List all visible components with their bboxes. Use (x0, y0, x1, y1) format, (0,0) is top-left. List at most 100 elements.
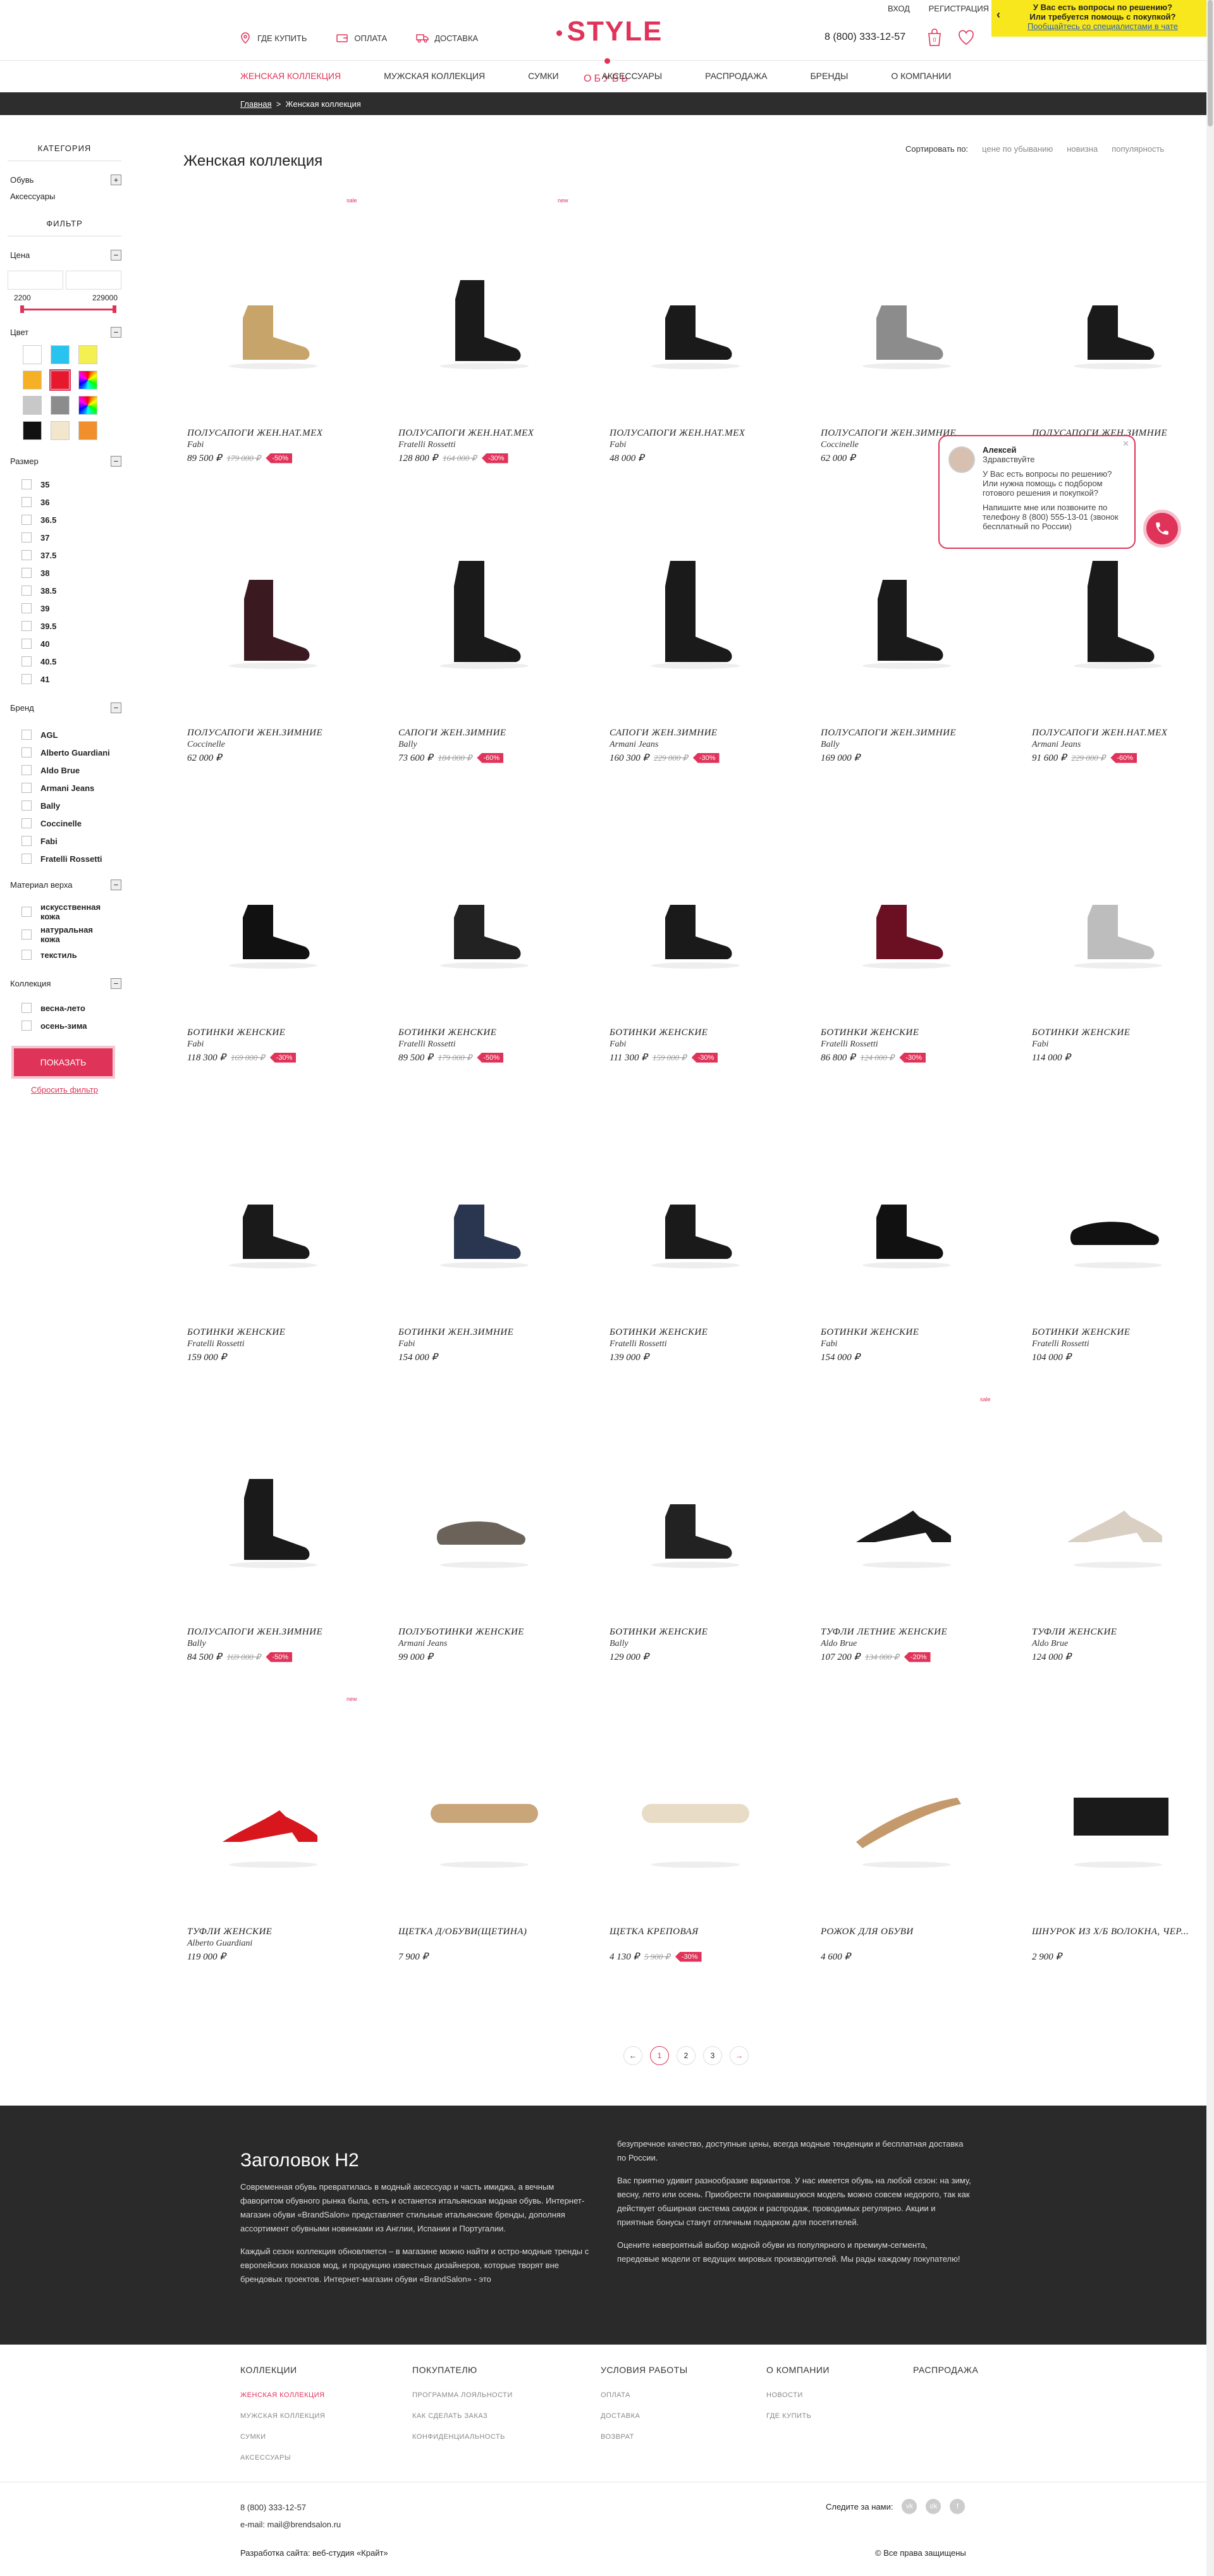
product-name[interactable]: БОТИНКИ ЖЕНСКИЕ (610, 1627, 708, 1638)
pagination-prev-arrow-icon[interactable]: ← (623, 2046, 642, 2065)
brand-option[interactable]: AGL (8, 726, 121, 744)
plus-icon[interactable]: + (111, 174, 121, 185)
where-to-buy-link[interactable]: ГДЕ КУПИТЬ (239, 32, 307, 44)
product-card[interactable]: БОТИНКИ ЖЕНСКИЕ Fabi 154 000 ₽ (806, 1097, 1017, 1397)
footer-column-title[interactable]: РАСПРОДАЖА (913, 2365, 978, 2375)
product-image[interactable] (191, 536, 355, 687)
footer-column-title[interactable]: ПОКУПАТЕЛЮ (412, 2365, 513, 2375)
collection-option[interactable]: весна-лето (8, 999, 121, 1017)
product-card[interactable]: БОТИНКИ ЖЕНСКИЕ Fratelli Rossetti 104 000 … (1017, 1097, 1214, 1397)
chevron-left-icon[interactable]: ‹ (996, 9, 1000, 20)
delivery-link[interactable]: ДОСТАВКА (416, 32, 478, 44)
product-card[interactable]: БОТИНКИ ЖЕНСКИЕ Fabi 111 300 ₽ 159 000 ₽ -30… (594, 797, 806, 1097)
collection-option[interactable]: осень-зима (8, 1017, 121, 1034)
checkbox[interactable] (21, 836, 32, 846)
color-filter-header[interactable]: Цвет − (8, 324, 121, 340)
footer-link[interactable]: ПРОГРАММА ЛОЯЛЬНОСТИ (412, 2391, 513, 2399)
developer-credit[interactable]: Разработка сайта: веб-студия «Крайт» (240, 2548, 388, 2558)
product-name[interactable]: ТУФЛИ ЖЕНСКИЕ (1032, 1627, 1117, 1638)
product-name[interactable]: РОЖОК ДЛЯ ОБУВИ (821, 1927, 914, 1937)
brand-option[interactable]: Coccinelle (8, 814, 121, 832)
product-image[interactable] (191, 1135, 355, 1287)
product-image[interactable] (1036, 1135, 1200, 1287)
payment-link[interactable]: ОПЛАТА (336, 32, 387, 44)
product-card[interactable]: БОТИНКИ ЖЕНСКИЕ Fabi 118 300 ₽ 169 000 ₽ -30… (172, 797, 383, 1097)
footer-link[interactable]: КАК СДЕЛАТЬ ЗАКАЗ (412, 2412, 513, 2420)
price-slider-handle-min[interactable] (20, 305, 24, 313)
product-card[interactable]: БОТИНКИ ЖЕНСКИЕ Fratelli Rossetti 86 800 ₽… (806, 797, 1017, 1097)
nav-about[interactable]: О КОМПАНИИ (891, 62, 951, 90)
product-name[interactable]: ПОЛУСАПОГИ ЖЕН.ЗИМНИЕ (821, 428, 956, 439)
nav-accessories[interactable]: АКСЕССУАРЫ (602, 62, 663, 90)
product-name[interactable]: БОТИНКИ ЖЕНСКИЕ (1032, 1327, 1130, 1338)
price-filter-header[interactable]: Цена − (8, 247, 121, 263)
product-card[interactable]: new ТУФЛИ ЖЕНСКИЕ Alberto Guardiani 119 000… (172, 1696, 383, 1996)
product-name[interactable]: ПОЛУСАПОГИ ЖЕН.НАТ.МЕХ (1032, 728, 1167, 739)
minus-icon[interactable]: − (111, 702, 121, 713)
brand-option[interactable]: Fratelli Rossetti (8, 850, 121, 868)
nav-brands[interactable]: БРЕНДЫ (810, 62, 848, 90)
product-card[interactable]: ТУФЛИ ЖЕНСКИЕ Aldo Brue 124 000 ₽ (1017, 1397, 1214, 1696)
footer-email[interactable]: e-mail: mail@brendsalon.ru (240, 2516, 341, 2533)
header-phone[interactable]: 8 (800) 333-12-57 (825, 32, 905, 43)
footer-link[interactable]: НОВОСТИ (766, 2391, 830, 2399)
product-image[interactable] (825, 1734, 989, 1886)
heart-icon[interactable] (957, 28, 975, 47)
minus-icon[interactable]: − (111, 455, 121, 467)
product-card[interactable]: new ПОЛУСАПОГИ ЖЕН.НАТ.МЕХ Fratelli Rosset… (383, 197, 594, 498)
checkbox[interactable] (21, 515, 32, 525)
product-card[interactable]: БОТИНКИ ЖЕН.ЗИМНИЕ Fabi 154 000 ₽ (383, 1097, 594, 1397)
product-image[interactable] (191, 236, 355, 388)
checkbox[interactable] (21, 479, 32, 489)
checkbox[interactable] (21, 674, 32, 684)
product-card[interactable]: sale ПОЛУСАПОГИ ЖЕН.НАТ.МЕХ Fabi 89 500 ₽ 17… (172, 197, 383, 498)
product-name[interactable]: БОТИНКИ ЖЕНСКИЕ (610, 1027, 708, 1038)
category-accessories[interactable]: Аксессуары (8, 188, 121, 204)
checkbox[interactable] (21, 854, 32, 864)
vk-icon[interactable]: vk (902, 2499, 917, 2514)
product-card[interactable]: БОТИНКИ ЖЕНСКИЕ Fratelli Rossetti 159 000 … (172, 1097, 383, 1397)
checkbox[interactable] (21, 730, 32, 740)
product-name[interactable]: БОТИНКИ ЖЕН.ЗИМНИЕ (398, 1327, 513, 1338)
product-name[interactable]: ПОЛУСАПОГИ ЖЕН.ЗИМНИЕ (187, 728, 322, 739)
checkbox[interactable] (21, 818, 32, 828)
register-link[interactable]: РЕГИСТРАЦИЯ (929, 4, 989, 13)
product-card[interactable]: sale ТУФЛИ ЛЕТНИЕ ЖЕНСКИЕ Aldo Brue 107 200… (806, 1396, 1017, 1696)
scrollbar[interactable] (1206, 0, 1214, 2576)
size-option[interactable]: 38 (8, 564, 121, 582)
reset-filter-link[interactable]: Сбросить фильтр (8, 1085, 121, 1095)
color-swatch[interactable] (51, 345, 70, 364)
color-swatch[interactable] (51, 396, 70, 415)
pagination-page-1[interactable]: 1 (650, 2046, 669, 2065)
product-image[interactable] (402, 1734, 567, 1886)
product-image[interactable] (1036, 835, 1200, 987)
product-name[interactable]: ЩЕТКА КРЕПОВАЯ (610, 1927, 699, 1937)
pagination-page-3[interactable]: 3 (703, 2046, 722, 2065)
color-swatch[interactable] (23, 345, 42, 364)
product-name[interactable]: САПОГИ ЖЕН.ЗИМНИЕ (398, 728, 506, 739)
product-name[interactable]: ЩЕТКА Д/ОБУВИ(ЩЕТИНА) (398, 1927, 527, 1937)
call-button[interactable] (1143, 510, 1181, 548)
help-banner[interactable]: ‹ У Вас есть вопросы по решению? Или тре… (991, 0, 1214, 37)
product-name[interactable]: ПОЛУБОТИНКИ ЖЕНСКИЕ (398, 1627, 524, 1638)
product-card[interactable]: БОТИНКИ ЖЕНСКИЕ Fabi 114 000 ₽ (1017, 797, 1214, 1097)
checkbox[interactable] (21, 907, 32, 917)
facebook-icon[interactable]: f (950, 2499, 966, 2514)
checkbox[interactable] (21, 950, 32, 960)
product-image[interactable] (613, 236, 778, 388)
minus-icon[interactable]: − (111, 879, 121, 890)
brand-option[interactable]: Aldo Brue (8, 761, 121, 779)
checkbox[interactable] (21, 783, 32, 793)
product-image[interactable] (402, 1435, 567, 1586)
size-option[interactable]: 39.5 (8, 617, 121, 635)
footer-phone[interactable]: 8 (800) 333-12-57 (240, 2499, 341, 2516)
checkbox[interactable] (21, 929, 32, 940)
product-image[interactable] (402, 1135, 567, 1287)
material-option[interactable]: искусственная кожа (8, 900, 121, 923)
size-option[interactable]: 35 (8, 475, 121, 493)
footer-link[interactable]: ДОСТАВКА (601, 2412, 688, 2420)
footer-link[interactable]: ГДЕ КУПИТЬ (766, 2412, 830, 2420)
footer-column-title[interactable]: О КОМПАНИИ (766, 2365, 830, 2375)
checkbox[interactable] (21, 747, 32, 757)
sort-newest[interactable]: новизна (1067, 144, 1098, 154)
